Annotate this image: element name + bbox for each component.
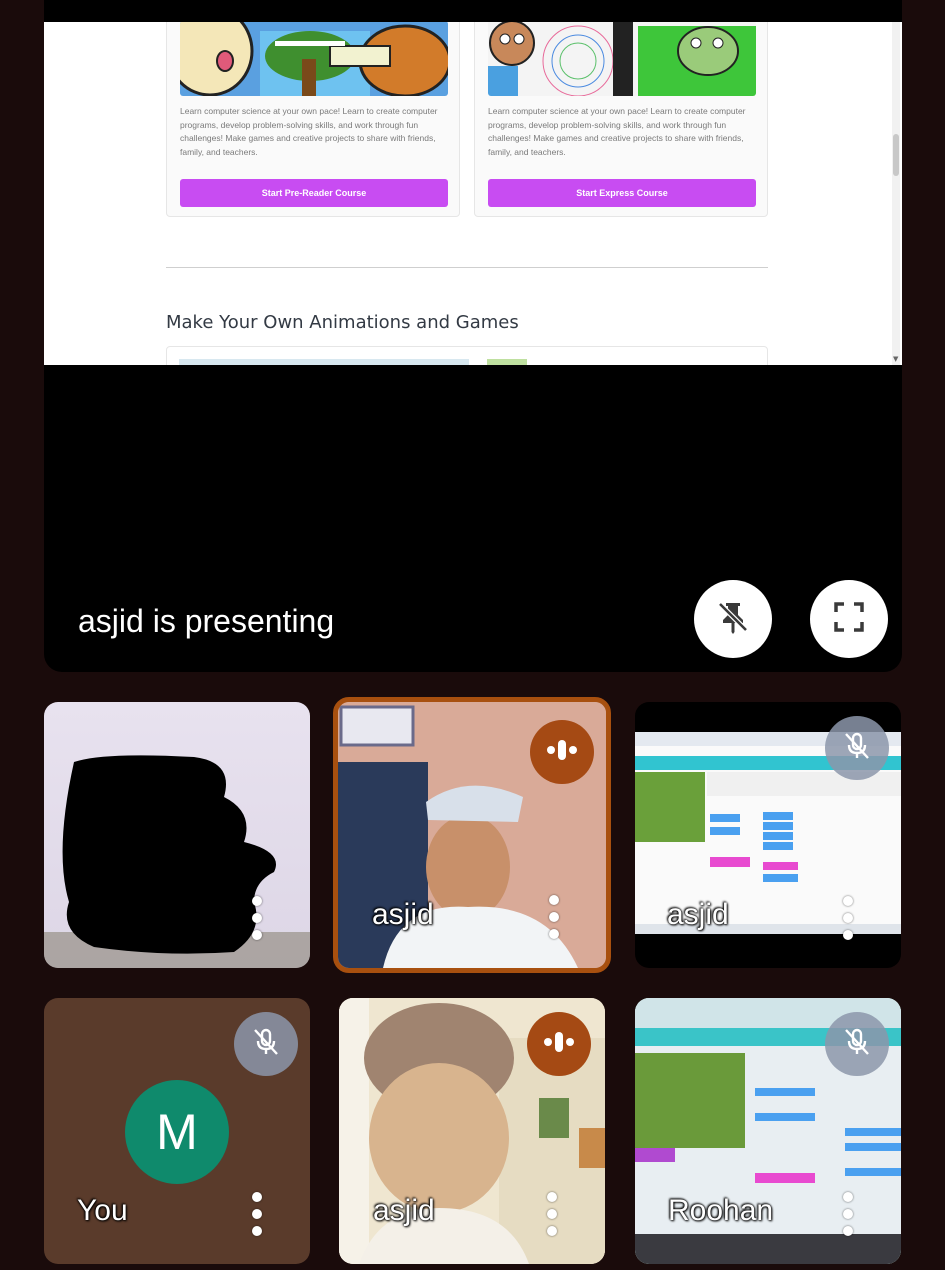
mic-off-icon — [842, 1027, 872, 1062]
more-options-button[interactable] — [545, 1192, 559, 1236]
participant-name: asjid — [372, 898, 434, 931]
participant-tile-active-speaker[interactable]: asjid — [333, 697, 611, 973]
more-options-button[interactable] — [841, 896, 855, 940]
participant-tile[interactable]: Roohan — [635, 998, 901, 1264]
course-description: Learn computer science at your own pace!… — [488, 106, 746, 157]
presentation-stage: Learn computer science at your own pace!… — [44, 0, 902, 672]
scrollbar-thumb[interactable] — [893, 134, 899, 176]
shared-screen: Learn computer science at your own pace!… — [44, 22, 902, 365]
section-divider — [166, 267, 768, 268]
scrollbar[interactable]: ▼ — [892, 22, 900, 365]
section-title: Make Your Own Animations and Games — [166, 312, 519, 333]
fullscreen-icon — [831, 599, 867, 640]
course-description: Learn computer science at your own pace!… — [180, 106, 438, 157]
start-pre-reader-course-button[interactable]: Start Pre-Reader Course — [180, 179, 448, 207]
participant-tile[interactable]: asjid — [339, 998, 605, 1264]
course-card-express: Learn computer science at your own pace!… — [474, 22, 768, 217]
muted-indicator — [825, 716, 889, 780]
more-options-button[interactable] — [841, 1192, 855, 1236]
presenter-label: asjid is presenting — [78, 603, 335, 639]
audio-level-icon — [545, 738, 579, 767]
speaking-indicator — [527, 1012, 591, 1076]
redacted-video — [44, 755, 310, 968]
muted-indicator — [234, 1012, 298, 1076]
muted-indicator — [825, 1012, 889, 1076]
course-thumbnail — [180, 22, 448, 96]
participant-name: You — [77, 1194, 128, 1227]
start-express-course-button[interactable]: Start Express Course — [488, 179, 756, 207]
mic-off-icon — [842, 731, 872, 766]
speaking-indicator — [530, 720, 594, 784]
avatar: M — [125, 1080, 229, 1184]
unpin-icon — [713, 597, 753, 642]
more-options-button[interactable] — [250, 896, 264, 940]
unpin-button[interactable] — [694, 580, 772, 658]
participant-name: Roohan — [668, 1194, 774, 1227]
course-card-partial — [166, 346, 768, 365]
participant-name: asjid — [373, 1194, 435, 1227]
more-options-button[interactable] — [250, 1192, 264, 1236]
participant-tile[interactable] — [44, 702, 310, 968]
participant-tile-self[interactable]: M You — [44, 998, 310, 1264]
participant-tile[interactable]: asjid — [635, 702, 901, 968]
audio-level-icon — [542, 1030, 576, 1059]
avatar-letter: M — [156, 1104, 198, 1160]
scroll-down-arrow-icon[interactable]: ▼ — [893, 355, 898, 363]
fullscreen-button[interactable] — [810, 580, 888, 658]
participant-name: asjid — [667, 898, 729, 931]
mic-off-icon — [251, 1027, 281, 1062]
course-card-pre-reader: Learn computer science at your own pace!… — [166, 22, 460, 217]
course-thumbnail — [488, 22, 756, 96]
more-options-button[interactable] — [547, 895, 561, 939]
